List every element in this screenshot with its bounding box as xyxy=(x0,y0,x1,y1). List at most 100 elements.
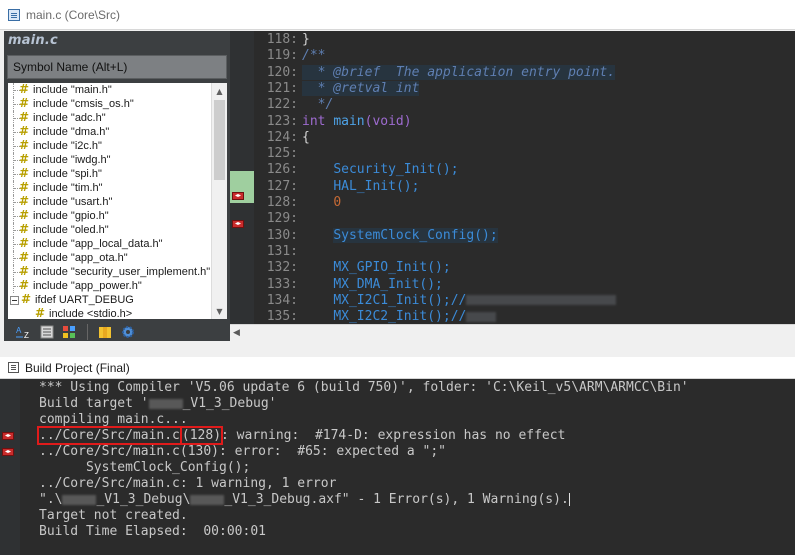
code-line[interactable]: 132: MX_GPIO_Init(); xyxy=(254,260,795,276)
symbol-item[interactable]: include "i2c.h" xyxy=(8,138,211,153)
code-editor[interactable]: 118:} 119:/** 120: * @brief The applicatio… xyxy=(254,31,795,324)
error-marker-icon[interactable]: ◂▸ xyxy=(2,448,14,456)
code-line[interactable]: 120: * @brief The application entry poin… xyxy=(254,64,795,81)
grouped-view-icon[interactable] xyxy=(60,323,80,341)
symbol-item[interactable]: include "cmsis_os.h" xyxy=(8,96,211,111)
line-number: 123: xyxy=(266,113,298,129)
line-number: 135: xyxy=(266,309,298,324)
code-text-run: * @retval int xyxy=(302,80,420,96)
symbol-item[interactable]: include "adc.h" xyxy=(8,110,211,125)
code-args: (void) xyxy=(364,113,412,129)
code-line[interactable]: 126: Security_Init(); xyxy=(254,162,795,178)
symbol-item-child[interactable]: include <stdio.h> xyxy=(8,306,211,319)
symbol-item[interactable]: include "oled.h" xyxy=(8,222,211,237)
symbol-item[interactable]: include "tim.h" xyxy=(8,180,211,195)
warning-marker-icon[interactable]: ◂▸ xyxy=(232,192,244,200)
code-punct: ();// xyxy=(427,309,467,324)
scroll-up-icon[interactable]: ▲ xyxy=(212,83,227,99)
code-line[interactable]: 127: HAL_Init(); xyxy=(254,179,795,195)
symbol-tree-scrollbar[interactable]: ▲ ▼ xyxy=(211,83,227,319)
redacted-text xyxy=(466,295,617,306)
symbol-item[interactable]: include "security_user_implement.h" xyxy=(8,264,211,279)
symbol-search-field[interactable] xyxy=(7,55,227,79)
build-line: Target not created. xyxy=(39,508,188,523)
symbols-file-label: main.c xyxy=(8,33,58,48)
line-number: 127: xyxy=(266,178,298,194)
build-line-part: _V1_3_Debug.axf" - 1 Error(s), 1 Warning… xyxy=(224,492,569,507)
line-number: 122: xyxy=(266,97,298,113)
code-text: Security_Init(); xyxy=(302,162,795,178)
code-line[interactable]: 130: SystemClock_Config(); xyxy=(254,227,795,244)
code-line[interactable]: 124:{ xyxy=(254,130,795,146)
scroll-left-icon[interactable]: ◀ xyxy=(233,328,240,338)
scroll-down-icon[interactable]: ▼ xyxy=(212,303,227,319)
code-text: MX_GPIO_Init(); xyxy=(302,260,795,276)
symbol-item[interactable]: include "iwdg.h" xyxy=(8,152,211,167)
sort-az-icon[interactable]: AZ xyxy=(14,323,34,341)
document-icon xyxy=(8,8,20,21)
warning-marker-icon[interactable]: ◂▸ xyxy=(2,432,14,440)
code-line[interactable]: 119:/** xyxy=(254,48,795,64)
code-line[interactable]: 131: xyxy=(254,244,795,260)
code-text: * @brief The application entry point. xyxy=(302,64,795,81)
symbol-item[interactable]: include "main.h" xyxy=(8,83,211,97)
symbols-panel: main.c include "main.h" include "cmsis_os… xyxy=(4,31,230,344)
symbol-item[interactable]: include "app_local_data.h" xyxy=(8,236,211,251)
code-line[interactable]: 118:} xyxy=(254,32,795,48)
code-line[interactable]: 133: MX_DMA_Init(); xyxy=(254,277,795,293)
line-number: 131: xyxy=(266,243,298,259)
code-line[interactable]: 129: xyxy=(254,211,795,227)
window-titlebar: main.c (Core\Src) xyxy=(0,0,795,30)
code-text: { xyxy=(302,130,795,146)
symbol-group-label: ifdef UART_DEBUG xyxy=(35,294,134,306)
preprocessor-icon xyxy=(19,236,29,250)
scroll-thumb[interactable] xyxy=(214,100,225,180)
symbols-header: main.c xyxy=(4,31,230,53)
build-line-part: : warning: #174-D: expression has no eff… xyxy=(221,428,566,443)
code-line[interactable]: 123: int main(void) xyxy=(254,114,795,130)
code-line[interactable]: 135: MX_I2C2_Init();// xyxy=(254,309,795,324)
symbol-item[interactable]: include "dma.h" xyxy=(8,124,211,139)
code-line[interactable]: 128: 0 xyxy=(254,195,795,211)
build-line-warning[interactable]: ../Core/Src/main.c (128): warning: #174-D… xyxy=(37,426,566,445)
list-view-icon[interactable] xyxy=(37,323,57,341)
symbol-item-label: include "app_ota.h" xyxy=(33,252,128,264)
symbol-item[interactable]: include "app_ota.h" xyxy=(8,250,211,265)
build-line-part: _V1_3_Debug\ xyxy=(96,492,191,507)
symbol-item[interactable]: include "gpio.h" xyxy=(8,208,211,223)
symbol-item[interactable]: include "spi.h" xyxy=(8,166,211,181)
editor-gutter[interactable]: ◂▸ ◂▸ xyxy=(230,31,254,324)
build-line: Build target ' _V1_3_Debug' xyxy=(39,396,277,412)
symbol-item[interactable]: include "usart.h" xyxy=(8,194,211,209)
error-marker-icon[interactable]: ◂▸ xyxy=(232,220,244,228)
preprocessor-icon xyxy=(35,306,45,319)
code-text-run: } xyxy=(302,32,310,47)
line-number: 133: xyxy=(266,276,298,292)
build-line: ../Core/Src/main.c: 1 warning, 1 error xyxy=(39,476,337,491)
code-text: } xyxy=(302,32,795,48)
symbol-search-input[interactable] xyxy=(8,56,226,78)
code-text-run: */ xyxy=(302,97,334,113)
line-number: 129: xyxy=(266,211,298,227)
line-number: 120: xyxy=(266,64,298,80)
symbol-item-label: include "main.h" xyxy=(33,84,112,96)
symbol-item-label: include "iwdg.h" xyxy=(33,154,111,166)
books-icon[interactable] xyxy=(95,323,115,341)
build-line-error[interactable]: ../Core/Src/main.c(130): error: #65: exp… xyxy=(39,444,446,460)
gear-icon[interactable] xyxy=(118,323,138,341)
code-line[interactable]: 125: xyxy=(254,146,795,162)
symbol-item[interactable]: include "app_power.h" xyxy=(8,278,211,293)
code-line[interactable]: 122: */ xyxy=(254,97,795,113)
collapse-toggle-icon[interactable] xyxy=(10,295,19,305)
code-line[interactable]: 134: MX_I2C1_Init();// xyxy=(254,293,795,309)
pane-divider[interactable] xyxy=(0,341,795,357)
editor-horizontal-scrollbar[interactable]: ◀ xyxy=(230,324,795,341)
window-title: main.c (Core\Src) xyxy=(26,7,121,22)
text-cursor xyxy=(568,493,570,506)
code-text: */ xyxy=(302,97,795,113)
code-line[interactable]: 121: * @retval int xyxy=(254,80,795,97)
symbol-tree[interactable]: include "main.h" include "cmsis_os.h"incl… xyxy=(8,83,211,319)
symbol-group-uart-debug[interactable]: ifdef UART_DEBUG xyxy=(8,292,211,307)
build-output[interactable]: *** Using Compiler 'V5.06 update 6 (buil… xyxy=(20,379,795,555)
